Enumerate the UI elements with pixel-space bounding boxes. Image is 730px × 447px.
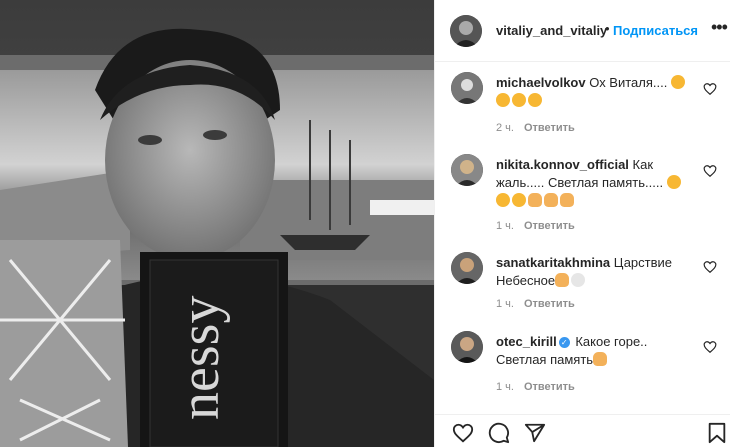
comment-text: michaelvolkov Ох Виталя....: [496, 74, 696, 110]
heart-icon[interactable]: [451, 422, 475, 444]
crying-face-icon: [496, 193, 510, 207]
like-comment-icon[interactable]: [703, 340, 717, 354]
comment-username[interactable]: nikita.konnov_official: [496, 157, 629, 172]
folded-hands-icon: [544, 193, 558, 207]
sad-face-icon: [528, 93, 542, 107]
sad-face-icon: [512, 93, 526, 107]
reply-button[interactable]: Ответить: [524, 122, 575, 134]
comment-time: 1 ч.: [496, 298, 514, 310]
comment-icon[interactable]: [487, 422, 511, 444]
dove-icon: [571, 273, 586, 287]
comment-text: otec_kirill ✓ Какое горе.. Светлая память: [496, 333, 696, 369]
crying-face-icon: [512, 193, 526, 207]
comment-meta: 1 ч. Ответить: [496, 381, 575, 393]
folded-hands-icon: [555, 273, 570, 287]
reply-button[interactable]: Ответить: [524, 381, 575, 393]
avatar[interactable]: [451, 154, 483, 186]
sad-face-icon: [496, 93, 510, 107]
avatar[interactable]: [451, 72, 483, 104]
comment-meta: 1 ч. Ответить: [496, 220, 575, 232]
bookmark-icon[interactable]: [707, 422, 727, 444]
like-comment-icon[interactable]: [703, 164, 717, 178]
post-username[interactable]: vitaliy_and_vitaliy: [496, 23, 607, 38]
comment: nikita.konnov_official Как жаль..... Све…: [435, 154, 730, 234]
comment-meta: 1 ч. Ответить: [496, 298, 575, 310]
comment-time: 1 ч.: [496, 220, 514, 232]
reply-button[interactable]: Ответить: [524, 298, 575, 310]
comment-username[interactable]: otec_kirill: [496, 334, 557, 349]
comment-time: 1 ч.: [496, 381, 514, 393]
sad-face-icon: [670, 75, 685, 89]
comment: michaelvolkov Ох Виталя.... 2 ч. Ответить: [435, 72, 730, 142]
reply-button[interactable]: Ответить: [524, 220, 575, 232]
box-label: nessy: [169, 296, 231, 420]
share-icon[interactable]: [523, 422, 547, 444]
comment-username[interactable]: sanatkaritakhmina: [496, 255, 610, 270]
crying-face-icon: [666, 175, 681, 189]
avatar[interactable]: [451, 331, 483, 363]
comment-meta: 2 ч. Ответить: [496, 122, 575, 134]
more-options-icon[interactable]: •••: [711, 17, 728, 38]
comment-text: nikita.konnov_official Как жаль..... Све…: [496, 156, 696, 210]
post-actions: [435, 414, 730, 447]
post-sidebar: vitaliy_and_vitaliy • Подписаться ••• mi…: [434, 0, 730, 447]
like-comment-icon[interactable]: [703, 260, 717, 274]
comment: otec_kirill ✓ Какое горе.. Светлая память…: [435, 331, 730, 401]
like-comment-icon[interactable]: [703, 82, 717, 96]
comment-text: sanatkaritakhmina Царствие Небесное: [496, 254, 696, 290]
verified-badge-icon: ✓: [558, 337, 570, 348]
separator-dot: •: [605, 21, 610, 36]
comment-body: Ох Виталя....: [589, 75, 668, 90]
comment: sanatkaritakhmina Царствие Небесное 1 ч.…: [435, 252, 730, 316]
comment-time: 2 ч.: [496, 122, 514, 134]
folded-hands-icon: [560, 193, 574, 207]
follow-button[interactable]: Подписаться: [613, 23, 698, 38]
comment-username[interactable]: michaelvolkov: [496, 75, 586, 90]
post-header: vitaliy_and_vitaliy • Подписаться •••: [435, 0, 730, 62]
avatar[interactable]: [450, 15, 482, 47]
folded-hands-icon: [528, 193, 542, 207]
post-photo[interactable]: nessy: [0, 0, 434, 447]
folded-hands-icon: [593, 352, 608, 366]
avatar[interactable]: [451, 252, 483, 284]
